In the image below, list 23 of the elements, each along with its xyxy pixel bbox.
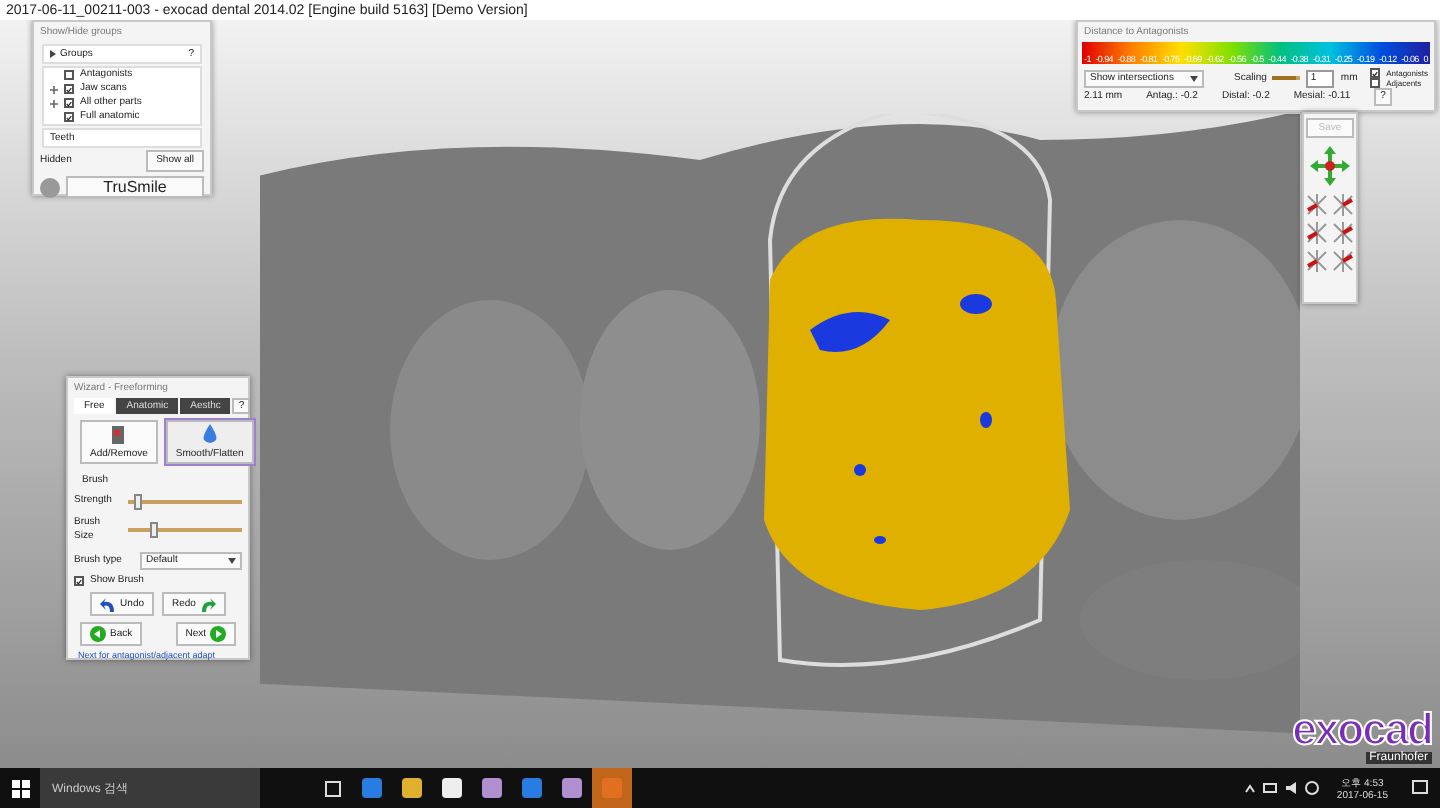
system-tray-icons[interactable] [1244,780,1325,796]
trusmile-button[interactable]: TruSmile [66,176,204,198]
next-arrow-icon [210,626,226,642]
expand-plus-icon[interactable] [50,85,58,93]
check-mark-icon [1372,69,1379,77]
back-arrow-icon [90,626,106,642]
exocad-logo: exocad [1292,708,1432,752]
expand-plus-icon[interactable] [50,99,58,107]
rotate-axis-icon[interactable] [1306,194,1328,216]
caret-icon [228,558,236,564]
rotate-axis-icon[interactable] [1332,194,1354,216]
rotate-axis-icon[interactable] [1332,222,1354,244]
caret-icon [1190,75,1198,81]
drop-icon [201,424,218,444]
jar-icon [110,424,127,444]
expand-arrow-icon [50,50,56,58]
move-arrows-icon[interactable] [1308,144,1352,188]
undo-arrow-icon [100,596,117,612]
redo-arrow-icon [199,596,216,612]
check-mark-icon [76,577,82,585]
rotate-axis-icon[interactable] [1332,250,1354,272]
rotate-axis-icon[interactable] [1306,222,1328,244]
rotate-axis-icon[interactable] [1306,250,1328,272]
